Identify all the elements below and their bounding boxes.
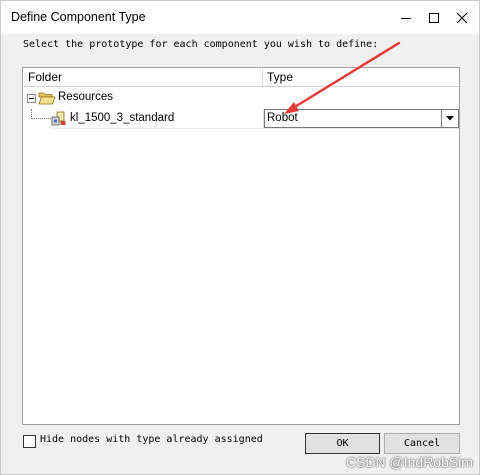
dropdown-button[interactable]	[441, 110, 458, 127]
ok-button[interactable]: OK	[305, 433, 380, 454]
type-dropdown[interactable]: Robot	[264, 109, 459, 128]
minimize-icon	[401, 17, 411, 19]
column-header-folder[interactable]: Folder	[24, 69, 263, 87]
tree-label-resources: Resources	[58, 91, 113, 103]
window-title: Define Component Type	[11, 10, 146, 24]
close-icon	[457, 12, 467, 23]
type-dropdown-value: Robot	[267, 112, 298, 124]
component-icon	[51, 111, 66, 126]
component-tree[interactable]: Folder Type Resources kl_1500_3_standard	[22, 67, 460, 425]
tree-label-component: kl_1500_3_standard	[70, 112, 175, 124]
column-header-type[interactable]: Type	[263, 69, 459, 87]
hide-assigned-checkbox[interactable]	[23, 435, 36, 448]
cancel-button[interactable]: Cancel	[384, 433, 460, 454]
row-divider	[51, 128, 459, 129]
maximize-button[interactable]	[419, 1, 449, 34]
dialog-window: Define Component Type Select the prototy…	[0, 0, 480, 475]
folder-open-icon	[38, 92, 56, 105]
tree-row-resources[interactable]: Resources	[23, 89, 459, 108]
watermark: CSDN @IndRobSim	[345, 454, 473, 470]
close-button[interactable]	[447, 1, 477, 34]
maximize-icon	[429, 12, 439, 23]
minimize-button[interactable]	[391, 1, 421, 34]
chevron-down-icon	[446, 116, 454, 121]
tree-row-component[interactable]: kl_1500_3_standard Robot	[23, 109, 459, 129]
title-bar[interactable]: Define Component Type	[1, 1, 479, 34]
hide-assigned-label: Hide nodes with type already assigned	[40, 434, 263, 445]
collapse-toggle[interactable]	[27, 94, 36, 103]
instruction-text: Select the prototype for each component …	[23, 39, 379, 50]
